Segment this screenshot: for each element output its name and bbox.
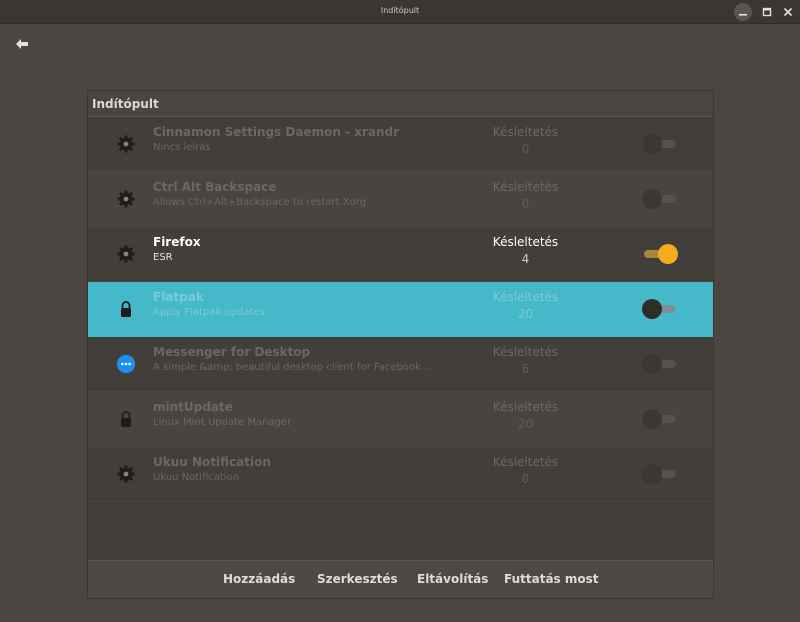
app-description: Nincs leírás <box>153 142 211 153</box>
app-description: Linux Mint Update Manager <box>153 417 292 428</box>
startup-app-row[interactable]: Firefox ESR Késleltetés 4 <box>88 227 713 282</box>
enable-toggle[interactable] <box>642 134 678 154</box>
delay-value: 20 <box>517 417 534 431</box>
delay-value: 20 <box>517 307 534 321</box>
minimize-button[interactable] <box>734 3 752 21</box>
delay-label: Késleltetés <box>492 235 559 249</box>
toggle-knob <box>642 464 662 484</box>
lock-icon <box>116 409 136 429</box>
panel-title: Indítópult <box>92 97 159 111</box>
close-icon <box>783 7 793 17</box>
startup-app-row[interactable]: Messenger for Desktop A simple &amp; beau… <box>88 337 713 392</box>
app-description: ESR <box>153 252 173 263</box>
gear-icon <box>116 464 136 484</box>
minimize-icon <box>739 14 747 16</box>
close-button[interactable] <box>779 3 797 21</box>
enable-toggle[interactable] <box>642 189 678 209</box>
app-description: A simple &amp; beautiful desktop client … <box>153 362 433 373</box>
app-description: Allows Ctrl+Alt+Backspace to restart Xor… <box>153 197 366 208</box>
lock-icon <box>116 299 136 319</box>
delay-label: Késleltetés <box>492 290 559 304</box>
maximize-icon <box>762 7 772 17</box>
add-button[interactable]: Hozzáadás <box>223 572 295 586</box>
enable-toggle[interactable] <box>642 354 678 374</box>
app-name: Ukuu Notification <box>153 455 271 469</box>
arrow-left-icon <box>16 39 28 49</box>
toggle-knob <box>642 354 662 374</box>
enable-toggle[interactable] <box>642 464 678 484</box>
app-description: Apply Flatpak updates <box>153 307 265 318</box>
panel-header: Indítópult <box>88 91 713 117</box>
delay-label: Késleltetés <box>492 455 559 469</box>
startup-app-row[interactable]: mintUpdate Linux Mint Update Manager Késle… <box>88 392 713 447</box>
toggle-knob <box>642 189 662 209</box>
startup-app-row[interactable]: Cinnamon Settings Daemon - xrandr Nincs l… <box>88 117 713 172</box>
startup-app-row[interactable]: Flatpak Apply Flatpak updates Késleltetés 2… <box>88 282 713 337</box>
delay-value: 0 <box>521 142 530 156</box>
enable-toggle[interactable] <box>642 244 678 264</box>
enable-toggle[interactable] <box>642 409 678 429</box>
delay-value: 4 <box>521 252 530 266</box>
app-name: Cinnamon Settings Daemon - xrandr <box>153 125 400 139</box>
delay-value: 0 <box>521 197 530 211</box>
gear-icon <box>116 134 136 154</box>
toggle-knob <box>658 244 678 264</box>
delay-value: 0 <box>521 472 530 486</box>
gear-icon <box>116 189 136 209</box>
remove-button[interactable]: Eltávolítás <box>417 572 488 586</box>
back-button[interactable] <box>14 36 30 52</box>
toggle-knob <box>642 409 662 429</box>
toggle-knob <box>642 299 662 319</box>
maximize-button[interactable] <box>758 3 776 21</box>
startup-app-row[interactable]: Ctrl Alt Backspace Allows Ctrl+Alt+Backsp… <box>88 172 713 227</box>
delay-label: Késleltetés <box>492 125 559 139</box>
app-description: Ukuu Notification <box>153 472 240 483</box>
action-bar: Hozzáadás Szerkesztés Eltávolítás Futtat… <box>88 560 713 598</box>
startup-apps-panel: Indítópult Cinnamon Settings Daemon - xr… <box>87 90 714 599</box>
gear-icon <box>116 244 136 264</box>
app-name: mintUpdate <box>153 400 233 414</box>
window-titlebar: Indítópult <box>0 0 800 24</box>
run-now-button[interactable]: Futtatás most <box>504 572 599 586</box>
window-title: Indítópult <box>380 6 420 15</box>
delay-label: Késleltetés <box>492 180 559 194</box>
edit-button[interactable]: Szerkesztés <box>317 572 398 586</box>
delay-value: 6 <box>521 362 530 376</box>
app-name: Ctrl Alt Backspace <box>153 180 277 194</box>
delay-label: Késleltetés <box>492 345 559 359</box>
delay-label: Késleltetés <box>492 400 559 414</box>
enable-toggle[interactable] <box>642 299 678 319</box>
chat-bubble-icon <box>116 354 136 374</box>
app-name: Messenger for Desktop <box>153 345 311 359</box>
startup-app-row[interactable]: Ukuu Notification Ukuu Notification Késlel… <box>88 447 713 502</box>
app-name: Firefox <box>153 235 201 249</box>
app-name: Flatpak <box>153 290 204 304</box>
toggle-knob <box>642 134 662 154</box>
